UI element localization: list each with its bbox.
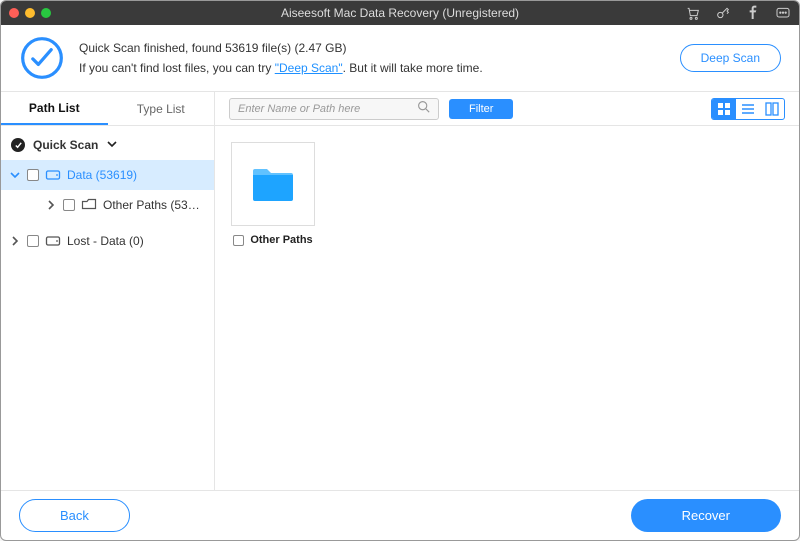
file-gallery: Other Paths bbox=[215, 126, 799, 490]
tree-root-quick-scan[interactable]: Quick Scan bbox=[1, 130, 214, 160]
chevron-right-icon bbox=[9, 236, 21, 246]
search-box[interactable] bbox=[229, 98, 439, 120]
chevron-down-icon bbox=[9, 170, 21, 180]
deep-scan-button[interactable]: Deep Scan bbox=[680, 44, 781, 72]
cart-icon[interactable] bbox=[685, 5, 701, 21]
deep-scan-link[interactable]: "Deep Scan" bbox=[275, 61, 343, 75]
sidebar-tabs: Path List Type List bbox=[1, 92, 214, 126]
disk-icon bbox=[45, 233, 61, 249]
feedback-icon[interactable] bbox=[775, 5, 791, 21]
view-grid-button[interactable] bbox=[712, 99, 736, 119]
gallery-item-label: Other Paths bbox=[250, 234, 312, 246]
back-button[interactable]: Back bbox=[19, 499, 130, 532]
folder-thumbnail bbox=[231, 142, 315, 226]
checkbox[interactable] bbox=[233, 235, 244, 246]
recover-button[interactable]: Recover bbox=[631, 499, 781, 532]
titlebar-icons bbox=[685, 5, 791, 21]
checkbox[interactable] bbox=[27, 235, 39, 247]
chevron-down-icon bbox=[106, 138, 118, 153]
folder-icon bbox=[81, 197, 97, 213]
checkbox[interactable] bbox=[27, 169, 39, 181]
scan-summary-header: Quick Scan finished, found 53619 file(s)… bbox=[1, 25, 799, 92]
window-controls bbox=[9, 8, 51, 18]
maximize-window-button[interactable] bbox=[41, 8, 51, 18]
search-icon bbox=[417, 100, 430, 118]
key-icon[interactable] bbox=[715, 5, 731, 21]
checkbox[interactable] bbox=[63, 199, 75, 211]
checkmark-filled-icon bbox=[11, 138, 25, 152]
content-area: Filter bbox=[215, 92, 799, 490]
view-list-button[interactable] bbox=[736, 99, 760, 119]
gallery-item-caption: Other Paths bbox=[233, 234, 312, 246]
view-mode-toggle bbox=[711, 98, 785, 120]
scan-result-line: Quick Scan finished, found 53619 file(s)… bbox=[79, 38, 483, 58]
tree-item-other-paths[interactable]: Other Paths (53619) bbox=[1, 190, 214, 220]
facebook-icon[interactable] bbox=[745, 5, 761, 21]
app-window: Aiseesoft Mac Data Recovery (Unregistere… bbox=[0, 0, 800, 541]
main-body: Path List Type List Quick Scan Data (536… bbox=[1, 92, 799, 490]
content-toolbar: Filter bbox=[215, 92, 799, 126]
search-input[interactable] bbox=[238, 103, 417, 115]
close-window-button[interactable] bbox=[9, 8, 19, 18]
view-columns-button[interactable] bbox=[760, 99, 784, 119]
tree-item-data[interactable]: Data (53619) bbox=[1, 160, 214, 190]
window-title: Aiseesoft Mac Data Recovery (Unregistere… bbox=[1, 6, 799, 20]
tab-path-list[interactable]: Path List bbox=[1, 92, 108, 125]
scan-summary-text: Quick Scan finished, found 53619 file(s)… bbox=[79, 38, 483, 79]
tree-item-lost-data[interactable]: Lost - Data (0) bbox=[1, 226, 214, 256]
minimize-window-button[interactable] bbox=[25, 8, 35, 18]
checkmark-icon bbox=[19, 35, 65, 81]
folder-icon bbox=[251, 165, 295, 203]
deep-scan-hint: If you can't find lost files, you can tr… bbox=[79, 58, 483, 78]
titlebar: Aiseesoft Mac Data Recovery (Unregistere… bbox=[1, 1, 799, 25]
disk-icon bbox=[45, 167, 61, 183]
footer: Back Recover bbox=[1, 490, 799, 540]
tab-type-list[interactable]: Type List bbox=[108, 92, 215, 125]
chevron-right-icon bbox=[45, 200, 57, 210]
sidebar-tree: Quick Scan Data (53619) Other Paths (536… bbox=[1, 126, 214, 256]
sidebar: Path List Type List Quick Scan Data (536… bbox=[1, 92, 215, 490]
gallery-item[interactable]: Other Paths bbox=[231, 142, 315, 246]
filter-button[interactable]: Filter bbox=[449, 99, 513, 119]
